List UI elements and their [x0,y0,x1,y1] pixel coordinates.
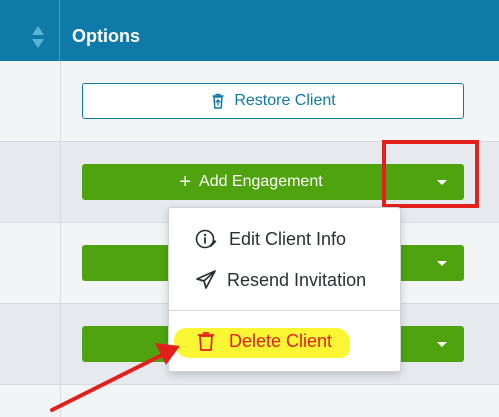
menu-item-label: Edit Client Info [229,228,347,249]
dropdown-toggle-button[interactable] [436,326,448,362]
row-left-cell [0,61,61,141]
chevron-down-icon [437,260,447,266]
dropdown-toggle-button[interactable] [436,245,448,281]
row-left-cell [0,142,61,222]
sort-icon[interactable] [31,25,45,49]
trash-restore-icon [212,93,225,109]
info-edit-icon [195,229,217,249]
chevron-down-icon [437,341,447,347]
menu-item-resend-invitation[interactable]: Resend Invitation [169,260,400,300]
menu-item-delete-client[interactable]: Delete Client [169,321,400,361]
menu-item-label: Resend Invitation [227,269,367,290]
annotation-highlight-box [382,140,479,208]
sortable-column-header[interactable] [0,0,60,61]
restore-client-button[interactable]: Restore Client [82,83,464,119]
plus-icon: + [179,171,192,193]
row-left-cell [0,385,61,417]
options-column-title: Options [72,26,140,46]
table-row [0,385,499,417]
add-engagement-label: Add Engagement [199,173,323,190]
menu-divider [169,310,400,311]
row-left-cell [0,304,61,384]
add-engagement-button[interactable]: + Add Engagement [82,164,420,200]
trash-icon [197,332,215,351]
restore-client-label: Restore Client [234,92,336,109]
options-table-header: Options [0,0,499,61]
menu-item-edit-client-info[interactable]: Edit Client Info [169,219,400,259]
row-left-cell [0,223,61,303]
menu-item-label: Delete Client [229,330,333,351]
send-icon [196,270,216,289]
